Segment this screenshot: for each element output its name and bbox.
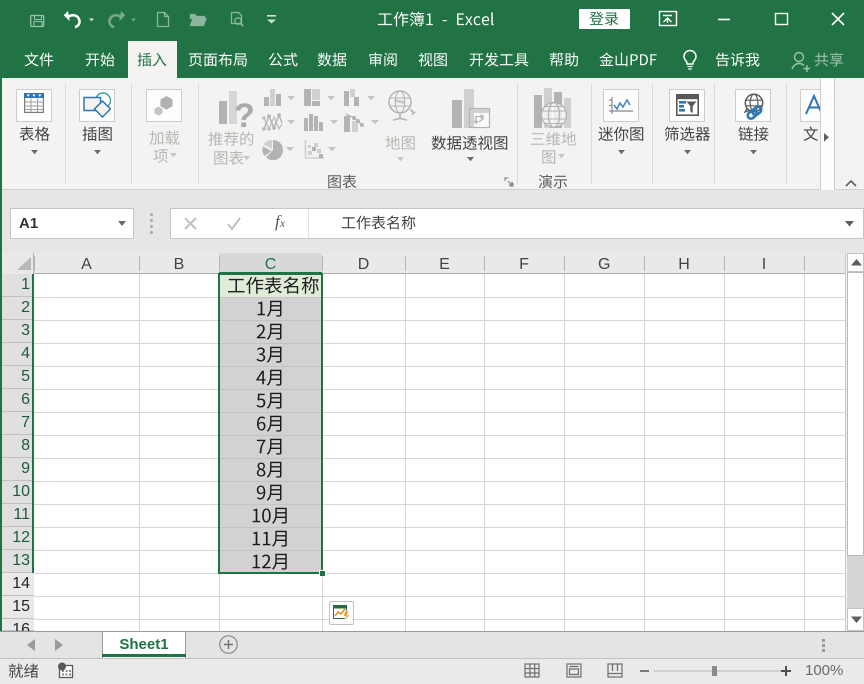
- svg-text:?: ?: [234, 97, 254, 130]
